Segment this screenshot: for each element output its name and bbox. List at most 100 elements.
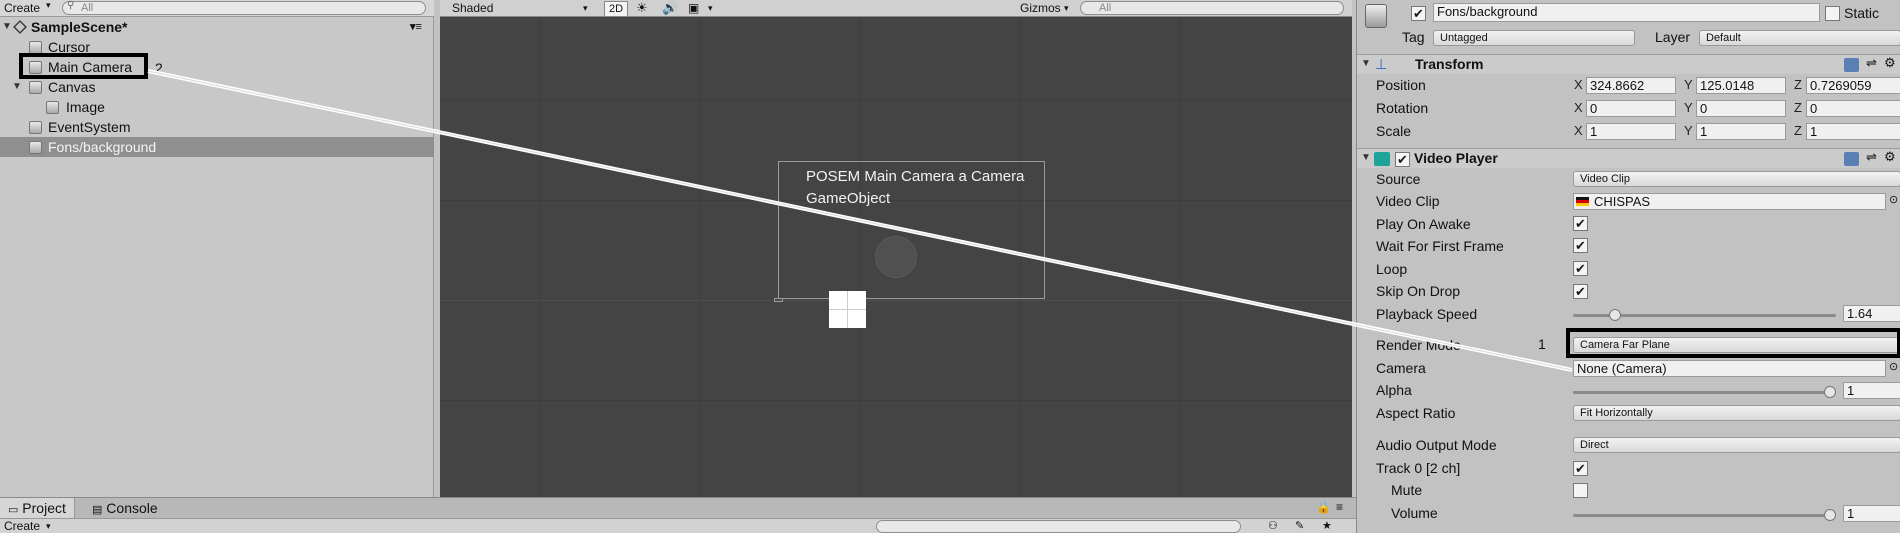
preset-icon[interactable]: ⇌ xyxy=(1866,55,1877,71)
playback-speed-label: Playback Speed xyxy=(1376,306,1478,322)
source-dropdown[interactable]: Video Clip xyxy=(1573,171,1900,187)
video-player-header[interactable]: ▼ ✔ Video Player ⇌ ⚙ xyxy=(1357,148,1900,168)
chevron-down-icon[interactable]: ▾ xyxy=(708,0,713,16)
static-checkbox[interactable] xyxy=(1825,6,1840,21)
tab-console[interactable]: ▤ Console xyxy=(84,498,166,518)
scale-z-field[interactable]: 1 xyxy=(1806,123,1900,140)
axis-z-label[interactable]: Z xyxy=(1794,100,1802,115)
effects-toggle-icon[interactable]: ▣ xyxy=(688,0,699,16)
scale-y-field[interactable]: 1 xyxy=(1696,123,1786,140)
scene-menu-icon[interactable]: ▾≡ xyxy=(410,17,422,37)
tab-project[interactable]: ▭ Project xyxy=(0,498,75,518)
toggle-2d-button[interactable]: 2D xyxy=(604,1,629,17)
object-picker-icon[interactable]: ⊙ xyxy=(1889,360,1898,373)
axis-x-label[interactable]: X xyxy=(1574,100,1583,115)
rotation-z-field[interactable]: 0 xyxy=(1806,100,1900,117)
scale-x-field[interactable]: 1 xyxy=(1586,123,1676,140)
gameobject-icon xyxy=(29,121,42,134)
create-button[interactable]: Create xyxy=(0,0,44,16)
favorite-star-icon[interactable]: ★ xyxy=(1322,519,1332,533)
hierarchy-panel: Create ▾ All ⚲ ▼ SampleScene* ▾≡ Cursor … xyxy=(0,0,434,497)
shading-mode-dropdown[interactable]: Shaded xyxy=(452,0,493,16)
camera-field[interactable]: None (Camera) xyxy=(1573,360,1886,377)
axis-x-label[interactable]: X xyxy=(1574,77,1583,92)
volume-label: Volume xyxy=(1391,505,1438,521)
alpha-slider[interactable] xyxy=(1573,391,1836,394)
static-label: Static xyxy=(1844,5,1880,21)
help-icon[interactable] xyxy=(1844,58,1859,72)
gear-icon[interactable]: ⚙ xyxy=(1884,55,1896,71)
axis-x-label[interactable]: X xyxy=(1574,123,1583,138)
play-on-awake-checkbox[interactable]: ✔ xyxy=(1573,216,1588,231)
alpha-slider-knob[interactable] xyxy=(1824,386,1836,398)
hierarchy-item-eventsystem[interactable]: EventSystem xyxy=(0,117,434,137)
console-icon: ▤ xyxy=(92,504,103,516)
preset-icon[interactable]: ⇌ xyxy=(1866,149,1877,165)
scene-view[interactable]: POSEM Main Camera a Camera GameObject xyxy=(440,0,1352,497)
scene-row[interactable]: ▼ SampleScene* ▾≡ xyxy=(0,17,434,37)
wait-first-frame-checkbox[interactable]: ✔ xyxy=(1573,238,1588,253)
playback-speed-slider-knob[interactable] xyxy=(1609,309,1622,321)
hierarchy-search-input[interactable]: All xyxy=(62,1,426,15)
object-name-field[interactable]: Fons/background xyxy=(1433,3,1820,22)
hierarchy-item-image[interactable]: Image xyxy=(0,97,434,117)
loop-checkbox[interactable]: ✔ xyxy=(1573,261,1588,276)
source-label: Source xyxy=(1376,171,1421,187)
axis-y-label[interactable]: Y xyxy=(1684,123,1693,138)
axis-y-label[interactable]: Y xyxy=(1684,77,1693,92)
volume-field[interactable]: 1 xyxy=(1843,505,1900,522)
hierarchy-item-canvas[interactable]: ▼ Canvas xyxy=(0,77,434,97)
alpha-field[interactable]: 1 xyxy=(1843,382,1900,399)
filter-by-label-icon[interactable]: ✎ xyxy=(1295,519,1304,533)
expand-arrow-icon[interactable]: ▼ xyxy=(1361,58,1371,69)
rotation-x-field[interactable]: 0 xyxy=(1586,100,1676,117)
inspector-panel: ✔ Fons/background Static Tag Untagged La… xyxy=(1356,0,1900,533)
aspect-ratio-dropdown[interactable]: Fit Horizontally xyxy=(1573,405,1900,421)
tag-dropdown[interactable]: Untagged xyxy=(1433,30,1635,46)
aspect-ratio-label: Aspect Ratio xyxy=(1376,405,1456,421)
filter-by-type-icon[interactable]: ⚇ xyxy=(1268,519,1278,533)
video-clip-field[interactable]: CHISPAS xyxy=(1573,193,1886,210)
video-player-enabled-checkbox[interactable]: ✔ xyxy=(1395,152,1410,167)
volume-slider-knob[interactable] xyxy=(1824,509,1836,521)
help-icon[interactable] xyxy=(1844,152,1859,166)
chevron-down-icon[interactable]: ▾ xyxy=(46,519,51,533)
skip-on-drop-checkbox[interactable]: ✔ xyxy=(1573,284,1588,299)
volume-slider[interactable] xyxy=(1573,514,1836,517)
gizmos-dropdown[interactable]: Gizmos xyxy=(1020,0,1061,16)
gear-icon[interactable]: ⚙ xyxy=(1884,149,1896,165)
expand-arrow-icon[interactable]: ▼ xyxy=(1361,152,1371,163)
position-y-field[interactable]: 125.0148 xyxy=(1696,77,1786,94)
active-checkbox[interactable]: ✔ xyxy=(1411,6,1426,21)
layer-dropdown[interactable]: Default xyxy=(1699,30,1900,46)
wait-first-frame-label: Wait For First Frame xyxy=(1376,238,1504,254)
lock-icon[interactable]: 🔒 xyxy=(1316,500,1331,514)
axis-y-label[interactable]: Y xyxy=(1684,100,1693,115)
axis-z-label[interactable]: Z xyxy=(1794,77,1802,92)
project-search-input[interactable] xyxy=(876,520,1241,533)
audio-output-dropdown[interactable]: Direct xyxy=(1573,437,1900,453)
object-picker-icon[interactable]: ⊙ xyxy=(1889,193,1898,206)
chevron-down-icon[interactable]: ▾ xyxy=(1064,0,1069,16)
create-dropdown-icon[interactable]: ▾ xyxy=(46,0,51,11)
hierarchy-item-fons-background[interactable]: Fons/background xyxy=(0,137,434,157)
bottom-panel: ▭ Project ▤ Console 🔒 ≡ Create ▾ ⚇ ✎ ★ xyxy=(0,497,1356,533)
chevron-down-icon[interactable]: ▾ xyxy=(583,0,588,16)
mute-label: Mute xyxy=(1391,482,1423,498)
transform-header[interactable]: ▼ ⊥ Transform ⇌ ⚙ xyxy=(1357,54,1900,74)
lighting-toggle-icon[interactable]: ☀ xyxy=(636,0,648,16)
position-z-field[interactable]: 0.7269059 xyxy=(1806,77,1900,94)
expand-arrow-icon[interactable]: ▼ xyxy=(12,77,22,97)
panel-menu-icon[interactable]: ≡ xyxy=(1336,500,1343,514)
expand-arrow-icon[interactable]: ▼ xyxy=(2,17,12,37)
playback-speed-field[interactable]: 1.64 xyxy=(1843,305,1900,322)
axis-z-label[interactable]: Z xyxy=(1794,123,1802,138)
audio-toggle-icon[interactable]: 🔊 xyxy=(662,0,678,16)
scene-search-input[interactable]: All xyxy=(1080,1,1344,15)
project-create-button[interactable]: Create xyxy=(4,519,40,533)
annotation-box-main-camera xyxy=(19,53,148,79)
position-x-field[interactable]: 324.8662 xyxy=(1586,77,1676,94)
rotation-y-field[interactable]: 0 xyxy=(1696,100,1786,117)
track-enabled-checkbox[interactable]: ✔ xyxy=(1573,461,1588,476)
mute-checkbox[interactable] xyxy=(1573,483,1588,498)
